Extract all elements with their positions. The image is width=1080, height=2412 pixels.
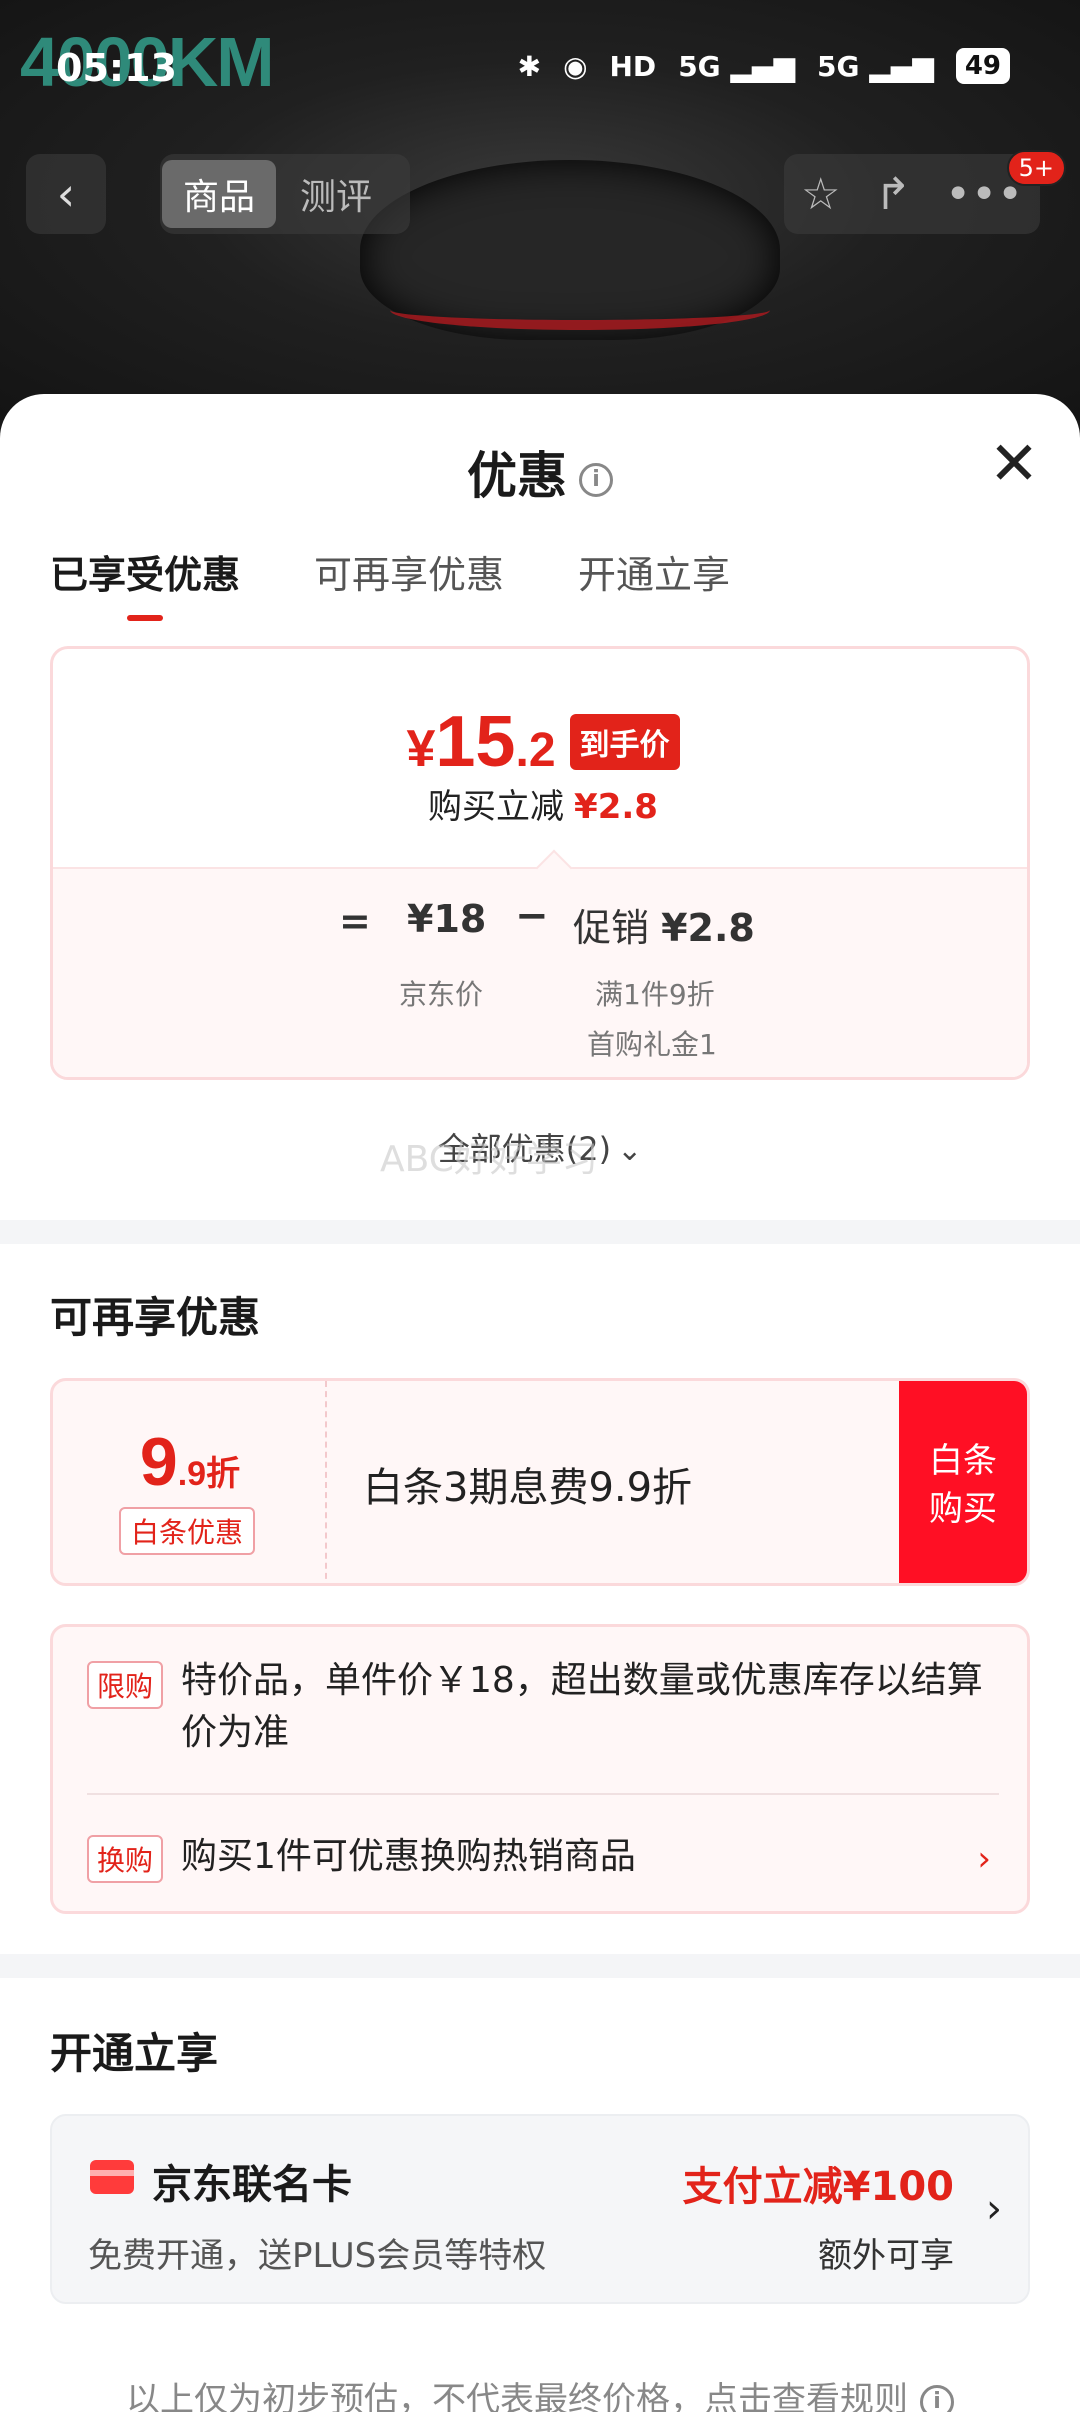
- top-navbar: ‹ 商品 测评 ☆ ↱ ••• 5+: [0, 150, 1080, 240]
- baitiao-discount: 9.9折 白条优惠: [53, 1381, 327, 1583]
- status-icons: ✱ ◉ HD 5G ▂▄▆ 5G ▂▄▆ 49: [518, 48, 1010, 84]
- credit-card-icon: [90, 2160, 134, 2194]
- final-price-int: 15: [435, 702, 516, 782]
- location-icon: ◉: [563, 49, 588, 83]
- limit-tag: 限购: [87, 1661, 164, 1709]
- baitiao-offer-text: 白条3期息费9.9折: [363, 1465, 693, 1511]
- status-bar: 05:13 ✱ ◉ HD 5G ▂▄▆ 5G ▂▄▆ 49: [0, 0, 1080, 140]
- card-benefit: 支付立减¥100: [682, 2164, 954, 2210]
- baitiao-buy-label: 白条 购买: [929, 1441, 997, 1529]
- status-time: 05:13: [56, 46, 177, 90]
- purchase-limits-card: 限购 特价品，单件价￥18，超出数量或优惠库存以结算价为准 换购 购买1件可优惠…: [50, 1624, 1030, 1914]
- promotion-sheet: 优惠 i ✕ 已享受优惠 可再享优惠 开通立享 ¥15.2 到手价 购买立减 ¥2.8…: [0, 394, 1080, 2412]
- jd-price: ¥18: [407, 897, 487, 941]
- tab-enjoyed[interactable]: 已享受优惠: [50, 544, 240, 621]
- baitiao-buy-button[interactable]: 白条 购买: [899, 1381, 1027, 1583]
- signal-icon: 5G ▂▄▆: [678, 49, 795, 83]
- cobrand-card-offer[interactable]: 京东联名卡 免费开通，送PLUS会员等特权 支付立减¥100 额外可享 ›: [50, 2114, 1030, 2304]
- limit-text: 特价品，单件价￥18，超出数量或优惠库存以结算价为准: [181, 1660, 983, 1753]
- final-price-tag: 到手价: [569, 714, 680, 770]
- jd-price-label: 京东价: [399, 978, 484, 1011]
- discount-small: .9折: [177, 1455, 241, 1493]
- card-extra: 额外可享: [818, 2236, 954, 2276]
- tab-review[interactable]: 测评: [300, 160, 372, 228]
- exchange-tag: 换购: [87, 1835, 164, 1883]
- action-buttons: ☆ ↱ •••: [784, 154, 1040, 234]
- chevron-right-icon: ›: [986, 2186, 1002, 2232]
- tab-product[interactable]: 商品: [162, 160, 276, 228]
- sheet-header: 优惠 i: [0, 436, 1080, 508]
- footer-note[interactable]: 以上仅为初步预估，不代表最终价格，点击查看规则 i: [0, 2372, 1080, 2412]
- product-tabs: 商品 测评: [160, 154, 410, 234]
- promo-detail: 满1件9折: [595, 978, 715, 1011]
- promo-amount: 促销 ¥2.8: [573, 897, 755, 952]
- promo-label: 促销: [573, 906, 650, 950]
- signal-icon-2: 5G ▂▄▆: [817, 49, 934, 83]
- minus-sign: −: [515, 893, 549, 939]
- exchange-text: 购买1件可优惠换购热销商品: [181, 1836, 636, 1877]
- battery-icon: 49: [955, 48, 1010, 84]
- bluetooth-icon: ✱: [517, 49, 542, 83]
- chevron-down-icon: ⌄: [617, 1133, 643, 1168]
- close-button[interactable]: ✕: [984, 434, 1044, 496]
- baitiao-discount-value: 9.9折: [53, 1423, 327, 1501]
- card-title: 京东联名卡: [152, 2162, 352, 2208]
- final-price: ¥15.2: [406, 701, 555, 783]
- open-section-title: 开通立享: [50, 2029, 219, 2078]
- baitiao-offer: 9.9折 白条优惠 白条3期息费9.9折 白条 购买: [50, 1378, 1030, 1586]
- price-calculation: = ¥18 京东价 − 促销 ¥2.8 满1件9折 首购礼金1: [53, 849, 1027, 1077]
- limit-separator: [87, 1793, 999, 1795]
- back-button[interactable]: ‹: [26, 154, 106, 234]
- more-promotions-title: 可再享优惠: [50, 1293, 261, 1342]
- equals-sign: =: [339, 899, 371, 943]
- sheet-title: 优惠: [467, 447, 567, 505]
- chevron-right-icon: ›: [977, 1839, 991, 1879]
- baitiao-tag: 白条优惠: [119, 1507, 256, 1555]
- final-price-row: ¥15.2 到手价: [53, 701, 1027, 783]
- promo-detail-2: 首购礼金1: [587, 1028, 717, 1061]
- reduce-row: 购买立减 ¥2.8: [53, 779, 1027, 828]
- share-icon[interactable]: ↱: [874, 169, 911, 220]
- message-badge: 5+: [1006, 150, 1066, 186]
- final-price-dec: .2: [515, 724, 556, 777]
- footer-note-text: 以上仅为初步预估，不代表最终价格，点击查看规则: [126, 2380, 908, 2412]
- star-icon[interactable]: ☆: [801, 169, 840, 220]
- currency-symbol: ¥: [406, 720, 436, 778]
- hd-icon: HD: [609, 49, 657, 83]
- callout-notch: [535, 849, 573, 887]
- promo-value: ¥2.8: [661, 906, 755, 950]
- section-divider: [0, 1220, 1080, 1244]
- saddle-light-image: [390, 290, 770, 330]
- discount-big: 9: [139, 1424, 178, 1500]
- price-breakdown-card: ¥15.2 到手价 购买立减 ¥2.8 = ¥18 京东价 − 促销 ¥2.8 满1…: [50, 646, 1030, 1080]
- reduce-value: ¥2.8: [574, 787, 658, 827]
- reduce-label: 购买立减: [428, 787, 565, 827]
- card-subtitle: 免费开通，送PLUS会员等特权: [88, 2236, 547, 2276]
- section-divider-2: [0, 1954, 1080, 1978]
- overlay-watermark: ABC好好学习: [380, 1139, 598, 1180]
- tab-open-enjoy[interactable]: 开通立享: [578, 544, 730, 621]
- promotion-tabs: 已享受优惠 可再享优惠 开通立享: [50, 544, 730, 621]
- info-icon[interactable]: i: [579, 462, 613, 497]
- info-icon: i: [920, 2384, 954, 2412]
- tab-more-available[interactable]: 可再享优惠: [314, 544, 504, 621]
